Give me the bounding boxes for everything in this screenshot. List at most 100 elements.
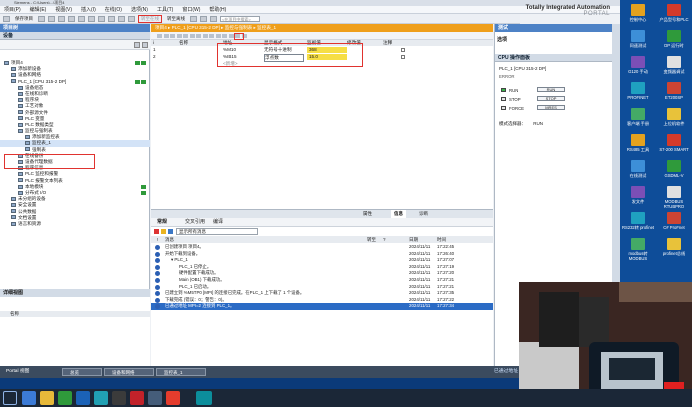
desktop-shortcut-icon[interactable]: 客户端 手册 xyxy=(620,108,656,126)
portal-tab-watch-table[interactable]: 监控表_1 xyxy=(156,368,206,376)
menu-item-2[interactable]: 视图(V) xyxy=(55,6,72,13)
project-search-input[interactable]: <在项目中搜索> xyxy=(220,15,260,22)
paste-icon[interactable] xyxy=(68,15,75,22)
go-offline-button[interactable]: 转至离线 xyxy=(165,16,187,22)
app-icon[interactable] xyxy=(94,391,108,405)
cross-reference-icon[interactable] xyxy=(200,15,207,22)
compile-icon[interactable] xyxy=(108,15,115,22)
info-filter-icon[interactable] xyxy=(168,229,173,234)
menu-item-0[interactable]: 项目(P) xyxy=(4,6,21,13)
desktop-shortcut-icon[interactable]: DP 运行时 xyxy=(656,30,692,48)
menu-item-6[interactable]: 工具(T) xyxy=(157,6,173,13)
redo-icon[interactable] xyxy=(98,15,105,22)
message-row[interactable]: ▾ PLC_1 2024/11/11 17:27:07 xyxy=(151,257,493,264)
watch-toolbar-icon[interactable] xyxy=(228,34,234,38)
portal-view-link[interactable]: Portal 视图 xyxy=(6,369,29,374)
menu-item-1[interactable]: 编辑(E) xyxy=(30,6,47,13)
message-row[interactable]: 已建立到 %M5TP0 [MPI] 的连接已完成。在PLC_1 上下载了 1 个… xyxy=(151,290,493,297)
windows-start-icon[interactable] xyxy=(3,391,17,405)
undo-icon[interactable] xyxy=(88,15,95,22)
watch-toolbar-icon[interactable] xyxy=(209,34,214,38)
desktop-shortcut-icon[interactable]: RS232转 profinet xyxy=(620,212,656,230)
tree-item[interactable]: 语言和资源 xyxy=(0,221,150,227)
devices-section[interactable]: 设备 xyxy=(0,32,150,40)
desktop-shortcut-icon[interactable]: 变频器调试 xyxy=(656,56,692,74)
portal-tab-overview[interactable]: 总览 xyxy=(62,368,102,376)
save-project-button[interactable]: 保存项目 xyxy=(13,16,35,22)
watch-toolbar-icon[interactable] xyxy=(202,34,208,38)
desktop-shortcut-icon[interactable]: 产品型号和PLC xyxy=(656,4,692,22)
watch-toolbar-icon[interactable] xyxy=(189,34,195,38)
word-icon[interactable] xyxy=(76,391,90,405)
ppt-icon[interactable] xyxy=(130,391,144,405)
print-icon[interactable] xyxy=(38,15,45,22)
message-column-header[interactable]: 时间 xyxy=(437,236,446,243)
watch-toolbar-icon[interactable] xyxy=(170,34,175,38)
cpu-operator-panel-title[interactable]: CPU 操作面板 xyxy=(495,54,613,62)
desktop-shortcut-icon[interactable]: 上位机软件 xyxy=(656,108,692,126)
detail-view-title[interactable]: 详细视图 xyxy=(0,289,150,297)
desktop-shortcut-icon[interactable]: PROFINET xyxy=(620,82,656,100)
message-row[interactable]: 硬件配置下载成功。 2024/11/11 17:27:20 xyxy=(151,270,493,277)
download-icon[interactable] xyxy=(118,15,125,22)
desktop-shortcut-icon[interactable]: C# ProFnet xyxy=(656,212,692,230)
watch-toolbar-icon[interactable] xyxy=(222,34,227,38)
message-column-header[interactable]: 消息 xyxy=(165,236,174,243)
mres-button[interactable]: MRES xyxy=(537,105,565,110)
inspector-tab[interactable]: 诊断 xyxy=(419,210,428,218)
tree-view-icon[interactable] xyxy=(134,42,140,48)
step7-icon[interactable] xyxy=(148,391,162,405)
run-button[interactable]: RUN xyxy=(537,87,565,92)
stop-button[interactable]: STOP xyxy=(537,96,565,101)
tia-portal-taskbar-icon[interactable] xyxy=(196,391,212,405)
message-filter-select[interactable]: 显示所有消息 xyxy=(176,228,258,235)
new-project-icon[interactable] xyxy=(3,15,10,22)
info-subtab[interactable]: 交叉引用 xyxy=(185,218,205,227)
file-explorer-icon[interactable] xyxy=(40,391,54,405)
desktop-shortcut-icon[interactable]: 发文件 xyxy=(620,186,656,204)
go-online-button[interactable]: 转至在线 xyxy=(138,14,162,23)
inspector-tab[interactable]: 信息 xyxy=(391,210,406,218)
desktop-shortcut-icon[interactable]: MODBUS RTUBPRO xyxy=(656,186,692,209)
warning-filter-icon[interactable] xyxy=(161,229,166,234)
watch-toolbar-icon[interactable] xyxy=(163,34,169,38)
menu-item-4[interactable]: 在线(O) xyxy=(105,6,122,13)
accessible-devices-icon[interactable] xyxy=(190,15,197,22)
upload-icon[interactable] xyxy=(128,15,135,22)
desktop-shortcut-icon[interactable]: modbus转 MODBUS xyxy=(620,238,656,261)
watch-toolbar-icon[interactable] xyxy=(196,34,201,38)
desktop-shortcut-icon[interactable]: 控制中心 xyxy=(620,4,656,22)
watch-toolbar-icon[interactable] xyxy=(183,34,188,38)
desktop-shortcut-icon[interactable]: RS485 工具 xyxy=(620,134,656,152)
desktop-shortcut-icon[interactable]: G120 手动 xyxy=(620,56,656,74)
inspector-tab[interactable]: 属性 xyxy=(363,210,372,218)
copy-icon[interactable] xyxy=(58,15,65,22)
message-column-header[interactable]: 日期 xyxy=(409,236,418,243)
message-row[interactable]: 开始下载到设备。 2024/11/11 17:26:40 xyxy=(151,251,493,257)
desktop-shortcut-icon[interactable]: profinet总线 xyxy=(656,238,692,256)
portal-tab-devices[interactable]: 设备和网络 xyxy=(104,368,154,376)
watch-toolbar-icon[interactable] xyxy=(176,34,182,38)
cut-icon[interactable] xyxy=(48,15,55,22)
column-header[interactable]: i xyxy=(153,40,154,46)
info-subtab[interactable]: 编译 xyxy=(213,218,223,227)
menu-item-3[interactable]: 插入(I) xyxy=(81,6,96,13)
watch-toolbar-icon[interactable] xyxy=(215,34,221,38)
desktop-shortcut-icon[interactable]: S7-200 SMART xyxy=(656,134,692,152)
tree-sort-icon[interactable] xyxy=(142,42,148,48)
search-icon[interactable] xyxy=(22,391,36,405)
modify-checkbox[interactable] xyxy=(401,55,405,59)
chrome-icon[interactable] xyxy=(58,391,72,405)
desktop-shortcut-icon[interactable]: 同速测试 xyxy=(620,30,656,48)
message-row[interactable]: 已通过地址 MPI=2 连接到 PLC_1。 2024/11/11 17:27:34 xyxy=(151,303,493,310)
split-editor-icon[interactable] xyxy=(210,15,217,22)
watch-toolbar-icon[interactable] xyxy=(157,34,162,38)
column-header[interactable]: 名称 xyxy=(179,40,188,46)
message-column-header[interactable]: ! xyxy=(157,236,158,243)
recording-icon[interactable] xyxy=(166,391,180,405)
info-subtab[interactable]: 常规 xyxy=(157,218,167,227)
desktop-shortcut-icon[interactable]: ET200SP xyxy=(656,82,692,100)
message-column-header[interactable]: ? xyxy=(383,236,386,243)
media-icon[interactable] xyxy=(112,391,126,405)
desktop-shortcut-icon[interactable]: GSDML-V xyxy=(656,160,692,178)
